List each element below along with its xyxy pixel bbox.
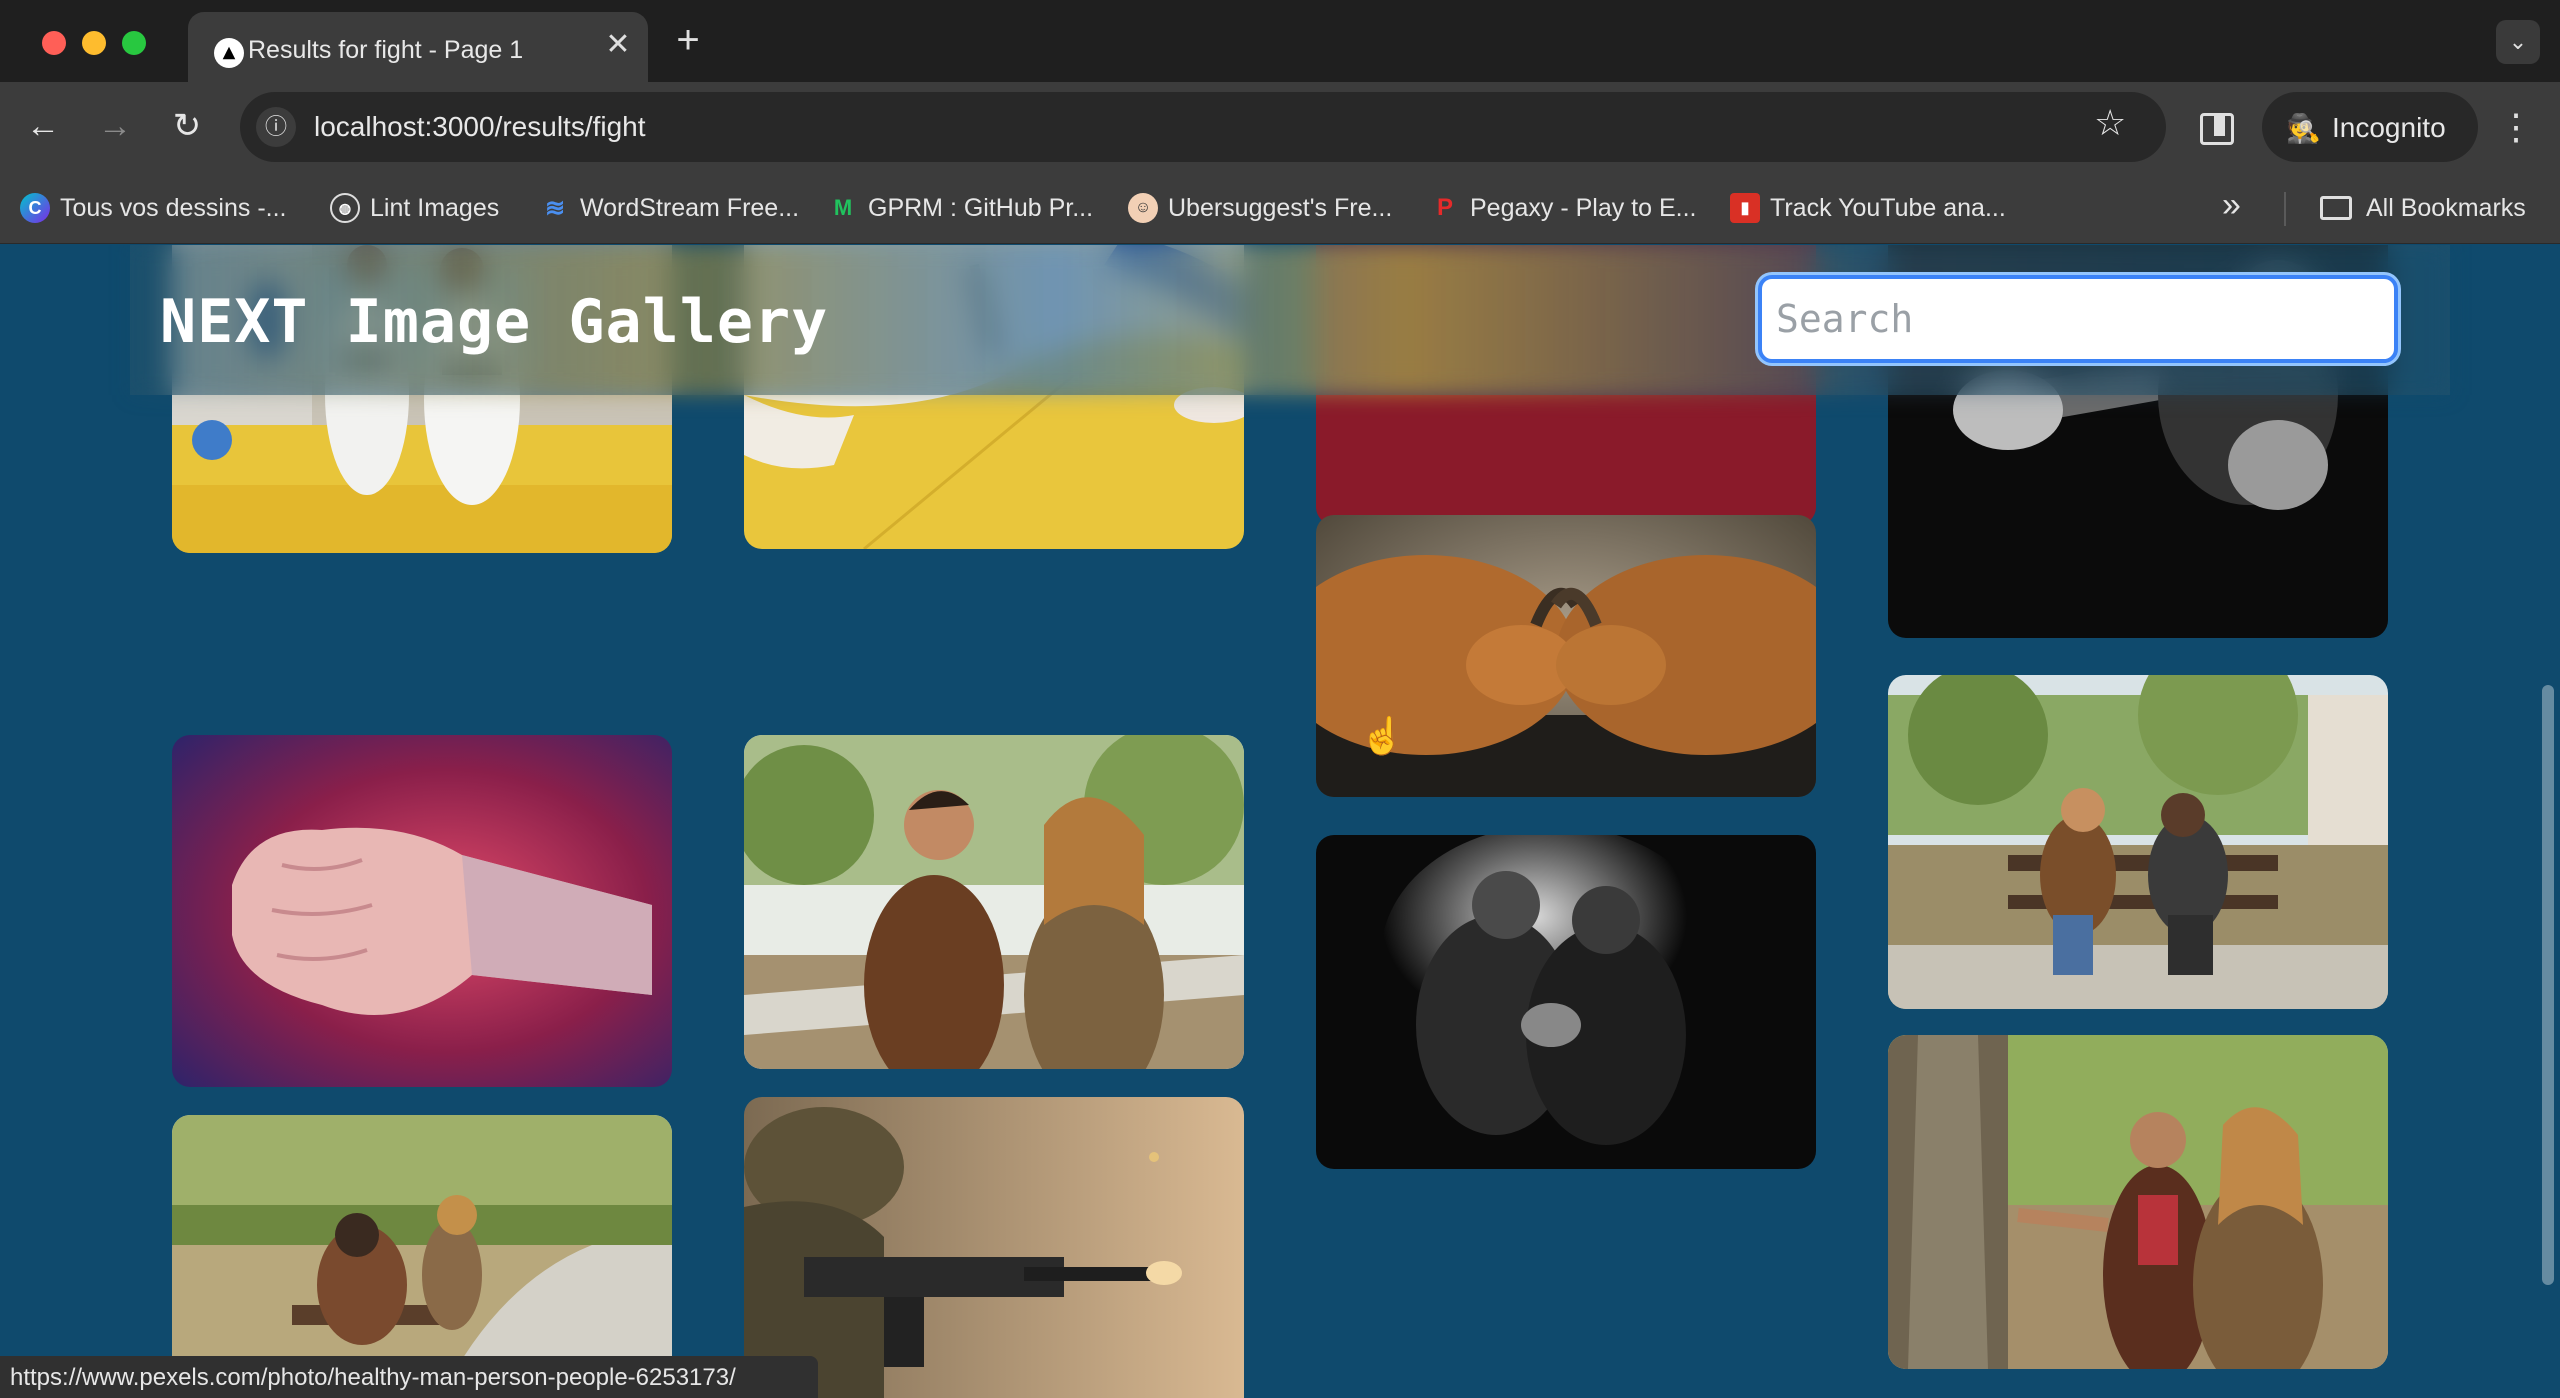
wordstream-icon: ≋: [544, 194, 566, 222]
pegaxy-icon: P: [1436, 194, 1453, 221]
chart-bars-icon: ▮: [1730, 193, 1760, 223]
incognito-icon: 🕵: [2286, 113, 2321, 144]
bookmarks-divider: [2284, 192, 2286, 226]
address-bar[interactable]: ⓘ localhost:3000/results/fight ☆: [240, 92, 2166, 162]
bookmark-item[interactable]: ▮ Track YouTube ana...: [1730, 188, 2006, 228]
bookmarks-bar: C Tous vos dessins -... ◍ Lint Images ≋ …: [0, 172, 2560, 244]
page-title: NEXT Image Gallery: [160, 287, 829, 357]
bookmark-item[interactable]: ◍ Lint Images: [330, 188, 499, 228]
hand-pointer-cursor-icon: ☝: [1360, 715, 1405, 756]
bookmark-star-icon[interactable]: ☆: [2094, 102, 2126, 144]
gallery-image-couple-bench-upset[interactable]: [1888, 675, 2388, 1009]
browser-menu-icon[interactable]: ⋮: [2496, 102, 2536, 152]
nextjs-favicon-icon: [214, 38, 244, 68]
window-maximize-button[interactable]: [122, 31, 146, 55]
canva-icon: C: [20, 193, 50, 223]
incognito-badge[interactable]: 🕵 Incognito: [2262, 92, 2478, 162]
address-url[interactable]: localhost:3000/results/fight: [314, 111, 646, 143]
browser-tab[interactable]: Results for fight - Page 1 ✕: [188, 12, 648, 84]
search-input[interactable]: [1758, 275, 2398, 363]
gallery-image-fist-close-up[interactable]: [172, 735, 672, 1087]
link-status-bar: https://www.pexels.com/photo/healthy-man…: [0, 1356, 818, 1398]
all-bookmarks-button[interactable]: All Bookmarks: [2320, 188, 2526, 228]
side-panel-icon[interactable]: [2192, 104, 2238, 150]
folder-icon: [2320, 196, 2352, 220]
browser-toolbar: ← → ↻ ⓘ localhost:3000/results/fight ☆ 🕵…: [0, 82, 2560, 172]
tab-search-chevron-icon[interactable]: ⌄: [2496, 20, 2540, 64]
window-minimize-button[interactable]: [82, 31, 106, 55]
site-info-icon[interactable]: ⓘ: [256, 107, 296, 147]
gallery-image-two-men-shadow-bw[interactable]: [1316, 835, 1816, 1169]
bookmark-item[interactable]: C Tous vos dessins -...: [20, 188, 286, 228]
image-gallery: NEXT Image Gallery ☝: [0, 245, 2560, 1398]
page-viewport: NEXT Image Gallery ☝: [0, 245, 2560, 1398]
bookmark-item[interactable]: ≋ WordStream Free...: [540, 188, 799, 228]
browser-tab-bar: Results for fight - Page 1 ✕ + ⌄: [0, 0, 2560, 84]
bookmark-item[interactable]: M GPRM : GitHub Pr...: [828, 188, 1093, 228]
reload-icon[interactable]: ↻: [164, 104, 210, 150]
bookmark-item[interactable]: ☺ Ubersuggest's Fre...: [1128, 188, 1392, 228]
window-close-button[interactable]: [42, 31, 66, 55]
tab-close-icon[interactable]: ✕: [600, 28, 636, 64]
ubersuggest-avatar-icon: ☺: [1128, 193, 1158, 223]
more-bookmarks-chevron-icon[interactable]: »: [2222, 186, 2241, 225]
gallery-header: NEXT Image Gallery: [130, 245, 2450, 395]
back-arrow-icon[interactable]: ←: [20, 104, 66, 150]
page-scrollbar[interactable]: [2542, 685, 2554, 1285]
globe-icon: ◍: [330, 193, 360, 223]
gallery-image-couple-tree-park[interactable]: [1888, 1035, 2388, 1369]
tab-title: Results for fight - Page 1: [248, 36, 524, 64]
incognito-label: Incognito: [2332, 112, 2446, 143]
gallery-image-couple-arguing-park[interactable]: [744, 735, 1244, 1069]
new-tab-button[interactable]: +: [668, 20, 708, 62]
gprm-icon: M: [833, 195, 853, 220]
forward-arrow-icon[interactable]: →: [92, 104, 138, 150]
gallery-image-soldier-rifle[interactable]: [744, 1097, 1244, 1398]
bookmark-item[interactable]: P Pegaxy - Play to E...: [1430, 188, 1697, 228]
